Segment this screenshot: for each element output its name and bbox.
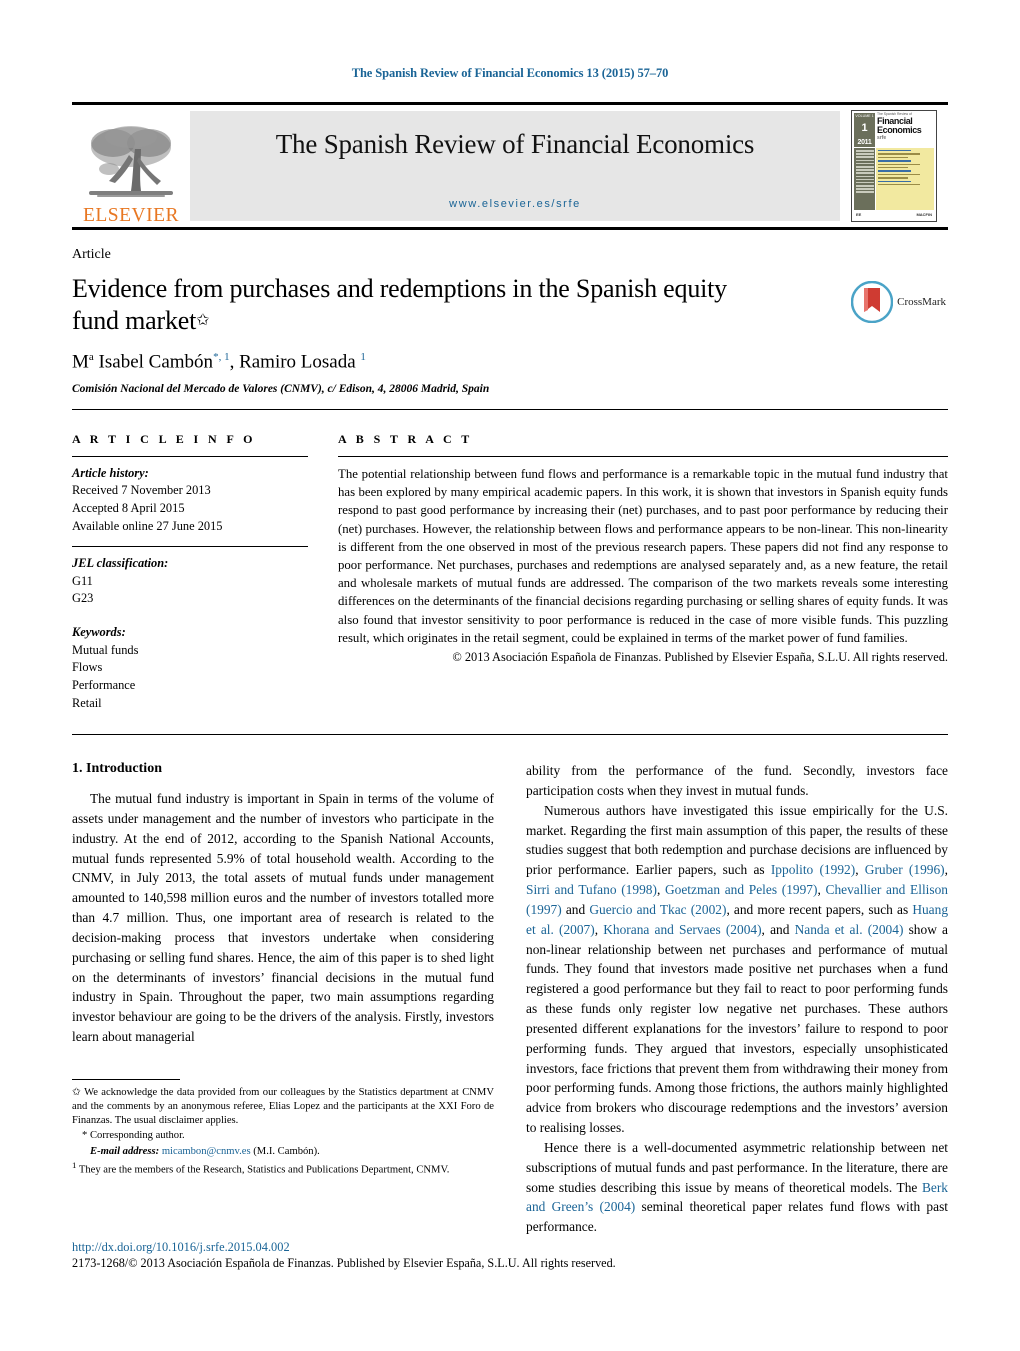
elsevier-tree-icon [89, 125, 173, 197]
intro-paragraph-1: The mutual fund industry is important in… [72, 791, 494, 1045]
body-left-column: 1. Introduction The mutual fund industry… [72, 761, 494, 1237]
page-title: Evidence from purchases and redemptions … [72, 273, 762, 337]
abstract-rule [338, 455, 948, 457]
cover-body [854, 148, 934, 210]
intro-paragraph-4: Hence there is a well-documented asymmet… [526, 1138, 948, 1237]
keywords-block: Keywords: Mutual funds Flows Performance… [72, 624, 308, 712]
running-head: The Spanish Review of Financial Economic… [351, 66, 669, 80]
footnote-corresponding-marker: * [82, 1130, 88, 1142]
jel-block: JEL classification: G11 G23 [72, 555, 308, 608]
crossmark-icon [851, 281, 894, 323]
journal-article-page: The Spanish Review of Financial Economic… [0, 0, 1020, 1351]
section-heading-introduction: 1. Introduction [72, 761, 162, 777]
cover-volume-label: VOLUME 1 [855, 114, 874, 118]
doi-link[interactable]: http://dx.doi.org/10.1016/j.srfe.2015.04… [72, 1240, 948, 1255]
crossmark-label: CrossMark [897, 296, 946, 308]
abstract-column: A B S T R A C T The potential relationsh… [338, 432, 948, 712]
article-title-text: Evidence from purchases and redemptions … [72, 274, 727, 336]
keywords-label: Keywords: [72, 625, 126, 640]
article-history-label: Article history: [72, 465, 149, 480]
cover-spine: VOLUME 1 1 2011 [854, 113, 875, 147]
article-info-heading: A R T I C L E I N F O [72, 431, 256, 446]
cover-footer: EE MACFIN [854, 210, 934, 219]
footnote-corresponding-text: Corresponding author. [89, 1130, 185, 1142]
keyword-2: Performance [72, 677, 136, 692]
journal-banner: The Spanish Review of Financial Economic… [190, 111, 840, 221]
footnote-one-text: They are the members of the Research, St… [78, 1164, 450, 1176]
cover-sidebar-lines [854, 148, 875, 210]
abstract-copyright: © 2013 Asociación Española de Finanzas. … [452, 650, 948, 665]
citation-nanda-2004[interactable]: Nanda et al. (2004) [795, 922, 904, 937]
article-history-received: Received 7 November 2013 [72, 483, 211, 498]
cover-abbrev: srfe [877, 134, 887, 141]
intro-p3-post: show a non-linear relationship between n… [526, 921, 948, 1136]
article-info-column: A R T I C L E I N F O Article history: R… [72, 432, 308, 712]
title-footnote-marker: ✩ [196, 312, 210, 330]
abstract-text: The potential relationship between fund … [338, 466, 948, 645]
cover-footer-left: EE [856, 212, 862, 217]
jel-code-1: G23 [72, 591, 94, 606]
article-type-label: Article [72, 247, 111, 262]
body-columns: 1. Introduction The mutual fund industry… [72, 761, 948, 1237]
body-divider [72, 734, 948, 736]
crossmark-badge[interactable]: CrossMark [851, 281, 946, 323]
footnote-email-attribution: (M.I. Cambón). [253, 1145, 320, 1157]
footnote-email: E-mail address: micambon@cnmv.es (M.I. C… [72, 1145, 494, 1159]
citation-ippolito-1992[interactable]: Ippolito (1992) [771, 862, 855, 877]
footnote-star-text: We acknowledge the data provided from ou… [72, 1086, 494, 1127]
keyword-0: Mutual funds [72, 642, 139, 657]
citation-gruber-1996[interactable]: Gruber (1996) [865, 862, 945, 877]
abstract-heading: A B S T R A C T [338, 431, 473, 446]
page-footer: http://dx.doi.org/10.1016/j.srfe.2015.04… [72, 1240, 948, 1271]
elsevier-wordmark: ELSEVIER [82, 204, 180, 226]
footnote-one-marker: 1 [72, 1159, 77, 1170]
keyword-3: Retail [72, 695, 102, 710]
footnote-email-link[interactable]: micambon@cnmv.es [162, 1146, 251, 1157]
footnote-block: ✩ We acknowledge the data provided from … [72, 1078, 494, 1178]
article-history-block: Article history: Received 7 November 201… [72, 465, 308, 535]
issn-copyright-line: 2173-1268/© 2013 Asociación Española de … [72, 1256, 616, 1270]
cover-year: 2011 [857, 138, 872, 146]
cover-image: VOLUME 1 1 2011 The Spanish Review of Fi… [851, 110, 937, 222]
citation-sirri-tufano-1998[interactable]: Sirri and Tufano (1998) [526, 882, 657, 897]
intro-paragraph-3: Numerous authors have investigated this … [526, 802, 949, 1136]
journal-masthead: ELSEVIER The Spanish Review of Financial… [72, 102, 948, 230]
keyword-1: Flows [72, 660, 103, 675]
footnote-email-label: E-mail address: [90, 1145, 160, 1157]
cover-issue-number: 1 [861, 121, 868, 134]
footnote-one: 1 They are the members of the Research, … [72, 1160, 494, 1178]
cover-footer-right: MACFIN [916, 212, 932, 217]
body-right-column: ability from the performance of the fund… [526, 761, 948, 1237]
citation-goetzman-peles-1997[interactable]: Goetzman and Peles (1997) [665, 882, 817, 897]
intro-paragraph-2-cont: ability from the performance of the fund… [526, 763, 948, 798]
info-divider-1 [72, 546, 308, 548]
cover-contents-panel [876, 148, 934, 210]
cover-line3: Economics [877, 124, 922, 135]
article-history-accepted: Accepted 8 April 2015 [72, 501, 185, 516]
header-divider [72, 408, 948, 410]
journal-cover-thumbnail: VOLUME 1 1 2011 The Spanish Review of Fi… [840, 105, 948, 227]
article-history-online: Available online 27 June 2015 [72, 518, 223, 533]
journal-homepage-link[interactable]: www.elsevier.es/srfe [190, 198, 840, 210]
article-info-rule [72, 455, 308, 457]
footnote-star: ✩ We acknowledge the data provided from … [72, 1086, 494, 1129]
publisher-logo-block: ELSEVIER [72, 105, 190, 227]
jel-label: JEL classification: [72, 556, 169, 571]
title-row: Evidence from purchases and redemptions … [72, 273, 948, 337]
cover-header: The Spanish Review of Financial Economic… [875, 112, 934, 147]
jel-code-0: G11 [72, 573, 93, 588]
citation-guercio-tkac-2002[interactable]: Guercio and Tkac (2002) [589, 902, 726, 917]
author-list: Ma Isabel Cambón*, 1, Ramiro Losada 1 [72, 351, 366, 373]
journal-title: The Spanish Review of Financial Economic… [275, 129, 755, 159]
footnote-star-marker: ✩ [72, 1086, 81, 1098]
citation-khorana-servaes-2004[interactable]: Khorana and Servaes (2004) [603, 922, 761, 937]
cover-top: VOLUME 1 1 2011 The Spanish Review of Fi… [854, 112, 934, 147]
footnote-corresponding: * Corresponding author. [72, 1129, 494, 1143]
intro-p4-pre: Hence there is a well-documented asymmet… [526, 1139, 948, 1195]
affiliation: Comisión Nacional del Mercado de Valores… [72, 382, 490, 395]
info-abstract-section: A R T I C L E I N F O Article history: R… [72, 432, 948, 712]
